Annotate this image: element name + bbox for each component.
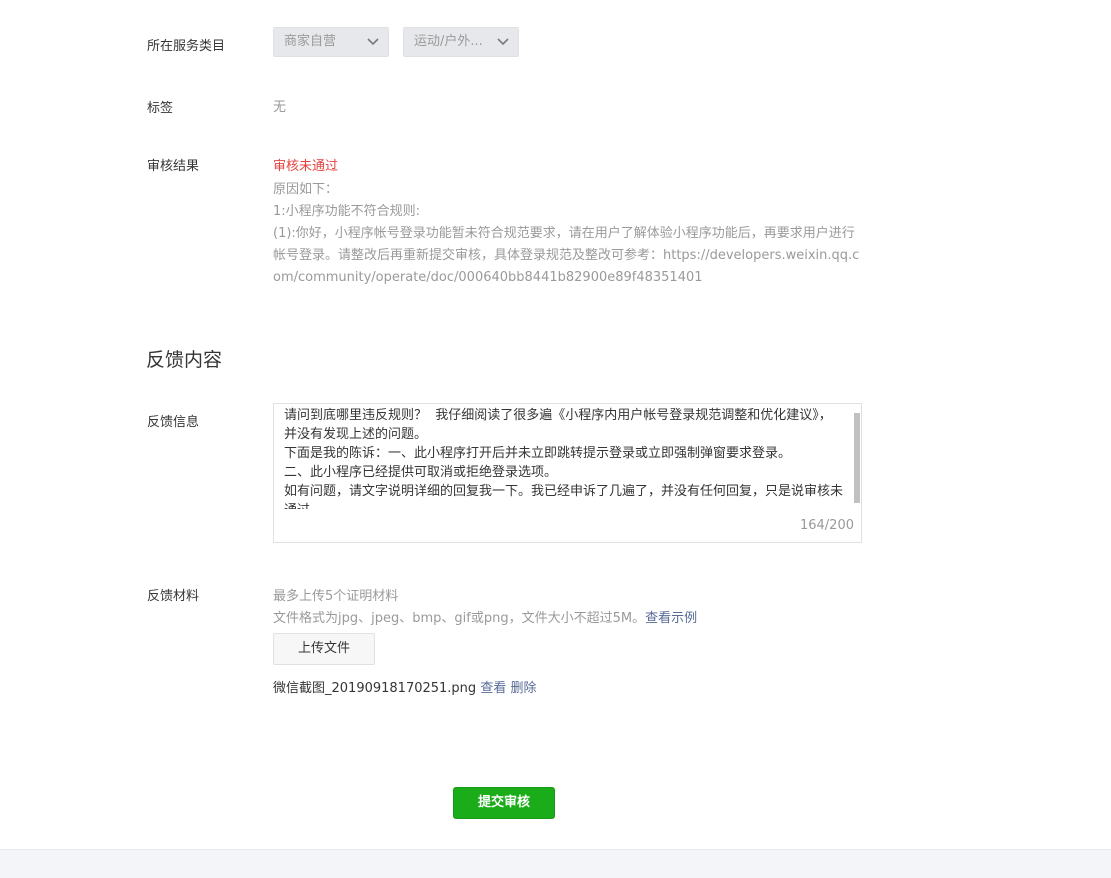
tags-value: 无 (273, 100, 287, 115)
service-category-primary-select[interactable]: 商家自营 (273, 27, 389, 57)
tags-label: 标签 (147, 101, 174, 116)
upload-hint-format: 文件格式为jpg、jpeg、bmp、gif或png，文件大小不超过5M。查看示例 (273, 607, 697, 626)
select-value: 运动/户外... (414, 34, 483, 49)
uploaded-file-name: 微信截图_20190918170251.png (273, 681, 477, 696)
review-reason: 原因如下： 1:小程序功能不符合规则: (1):你好，小程序帐号登录功能暂未符合… (273, 179, 863, 289)
textarea-scrollbar[interactable] (854, 413, 860, 503)
feedback-text[interactable]: 请问到底哪里违反规则？ 我仔细阅读了很多遍《小程序内用户帐号登录规范调整和优化建… (284, 406, 849, 509)
upload-hint-format-text: 文件格式为jpg、jpeg、bmp、gif或png，文件大小不超过5M。 (273, 611, 646, 626)
view-example-link[interactable]: 查看示例 (645, 611, 697, 626)
select-value: 商家自营 (284, 34, 337, 49)
delete-file-link[interactable]: 删除 (510, 681, 536, 696)
upload-hint-count: 最多上传5个证明材料 (273, 589, 399, 604)
service-category-secondary-select[interactable]: 运动/户外... (403, 27, 519, 57)
feedback-textarea[interactable]: 请问到底哪里违反规则？ 我仔细阅读了很多遍《小程序内用户帐号登录规范调整和优化建… (273, 403, 862, 543)
chevron-down-icon (497, 28, 509, 56)
submit-review-button[interactable]: 提交审核 (453, 787, 555, 819)
view-file-link[interactable]: 查看 (480, 681, 506, 696)
feedback-material-label: 反馈材料 (147, 589, 200, 604)
char-counter: 164/200 (799, 518, 854, 533)
reason-line: 1:小程序功能不符合规则: (273, 204, 421, 219)
service-category-label: 所在服务类目 (147, 39, 226, 54)
review-status: 审核未通过 (273, 159, 339, 174)
reason-line: (1):你好，小程序帐号登录功能暂未符合规范要求，请在用户了解体验小程序功能后，… (273, 226, 860, 285)
reason-line: 原因如下： (273, 182, 339, 197)
upload-file-button[interactable]: 上传文件 (273, 633, 375, 665)
review-result-label: 审核结果 (147, 159, 200, 174)
footer-band (0, 849, 1111, 878)
uploaded-file-row: 微信截图_20190918170251.png 查看 删除 (273, 677, 536, 696)
chevron-down-icon (367, 28, 379, 56)
section-title: 反馈内容 (146, 349, 223, 371)
feedback-info-label: 反馈信息 (147, 415, 200, 430)
